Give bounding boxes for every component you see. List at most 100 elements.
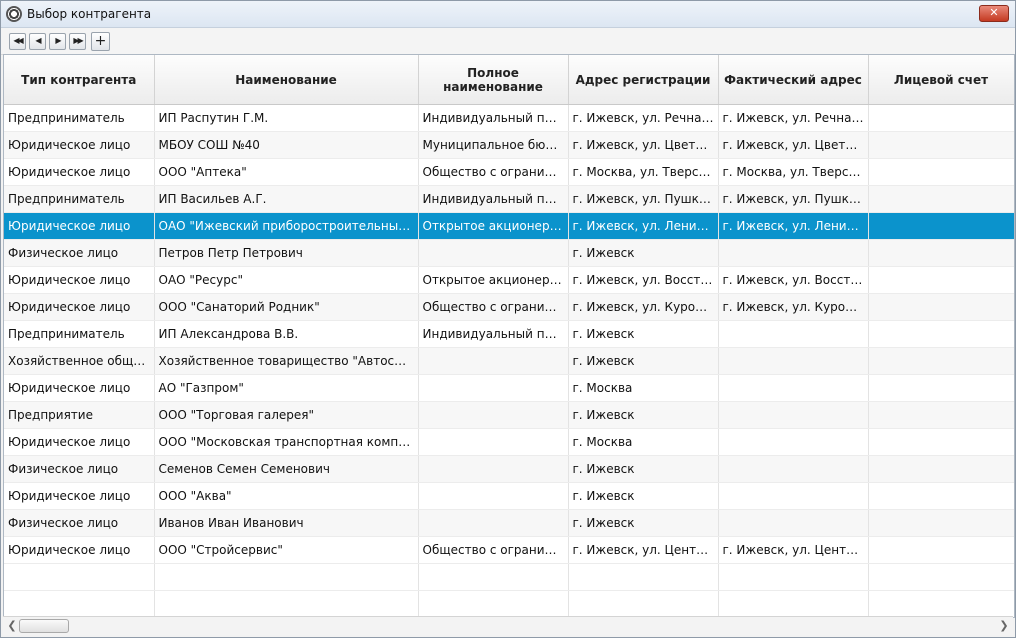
header-full-name[interactable]: Полное наименование bbox=[418, 55, 569, 105]
prev-record-button[interactable]: ◀ bbox=[29, 32, 46, 50]
cell-account bbox=[868, 185, 1014, 213]
title-bar: Выбор контрагента ✕ bbox=[1, 1, 1015, 28]
cell-account bbox=[868, 455, 1014, 483]
cell-type: Юридическое лицо bbox=[4, 428, 155, 456]
cell-account bbox=[868, 482, 1014, 510]
cell-full-name: Общество с ограниченн… bbox=[418, 158, 569, 186]
app-icon bbox=[6, 6, 22, 22]
cell-full-name bbox=[418, 347, 569, 375]
table-row[interactable]: Юридическое лицо ООО "Санаторий Родник" Об… bbox=[4, 293, 1014, 321]
first-record-button[interactable]: ◀◀ bbox=[9, 32, 26, 50]
horizontal-scrollbar[interactable]: ❮ ❯ bbox=[3, 616, 1013, 635]
cell-name: ОАО "Ижевский приборостроительный заво… bbox=[154, 212, 419, 240]
cell-type: Юридическое лицо bbox=[4, 374, 155, 402]
cell-type: Физическое лицо bbox=[4, 239, 155, 267]
cell-type: Хозяйственное общество… bbox=[4, 347, 155, 375]
cell-actual-address: г. Ижевск, ул. Цветочна… bbox=[718, 131, 869, 159]
empty-cell bbox=[718, 563, 869, 591]
scroll-left-icon[interactable]: ❮ bbox=[6, 619, 18, 633]
cell-account bbox=[868, 104, 1014, 132]
table-row[interactable]: Предприниматель ИП Распутин Г.М. Индивидуа… bbox=[4, 104, 1014, 132]
scroll-right-icon[interactable]: ❯ bbox=[998, 619, 1010, 633]
cell-full-name: Открытое акционерное … bbox=[418, 212, 569, 240]
empty-cell bbox=[154, 590, 419, 617]
empty-cell bbox=[4, 590, 155, 617]
cell-reg-address: г. Ижевск, ул. Цветочна… bbox=[568, 131, 719, 159]
scroll-thumb[interactable] bbox=[19, 619, 69, 633]
cell-type: Физическое лицо bbox=[4, 509, 155, 537]
table-row[interactable]: Юридическое лицо МБОУ СОШ №40 Муниципально… bbox=[4, 131, 1014, 159]
cell-account bbox=[868, 239, 1014, 267]
table-row[interactable]: Юридическое лицо ОАО "Ижевский приборостр… bbox=[4, 212, 1014, 240]
cell-actual-address bbox=[718, 320, 869, 348]
close-button[interactable]: ✕ bbox=[979, 5, 1009, 22]
cell-full-name bbox=[418, 509, 569, 537]
cell-account bbox=[868, 212, 1014, 240]
cell-full-name: Индивидуальный предп… bbox=[418, 185, 569, 213]
cell-actual-address: г. Ижевск, ул. Пушкинск… bbox=[718, 185, 869, 213]
cell-account bbox=[868, 428, 1014, 456]
header-account[interactable]: Лицевой счет bbox=[868, 55, 1014, 105]
table-row[interactable]: Предприятие ООО "Торговая галерея" г. Ижев… bbox=[4, 401, 1014, 429]
cell-full-name bbox=[418, 401, 569, 429]
table-row[interactable]: Физическое лицо Иванов Иван Иванович г. Иж… bbox=[4, 509, 1014, 537]
cell-full-name bbox=[418, 239, 569, 267]
cell-account bbox=[868, 536, 1014, 564]
cell-actual-address bbox=[718, 482, 869, 510]
cell-reg-address: г. Ижевск, ул. Централь… bbox=[568, 536, 719, 564]
cell-actual-address bbox=[718, 374, 869, 402]
cell-full-name bbox=[418, 482, 569, 510]
header-name[interactable]: Наименование bbox=[154, 55, 419, 105]
cell-reg-address: г. Ижевск bbox=[568, 455, 719, 483]
cell-reg-address: г. Ижевск, ул. Восстания… bbox=[568, 266, 719, 294]
cell-type: Юридическое лицо bbox=[4, 266, 155, 294]
table-row[interactable]: Юридическое лицо ООО "Аква" г. Ижевск bbox=[4, 482, 1014, 510]
cell-account bbox=[868, 347, 1014, 375]
cell-actual-address: г. Ижевск, ул. Ленина, 290 bbox=[718, 212, 869, 240]
cell-full-name: Открытое акционерное … bbox=[418, 266, 569, 294]
empty-cell bbox=[568, 590, 719, 617]
next-record-button[interactable]: ▶ bbox=[49, 32, 66, 50]
cell-reg-address: г. Москва, ул. Тверская, 5 bbox=[568, 158, 719, 186]
cell-account bbox=[868, 266, 1014, 294]
header-actual-address[interactable]: Фактический адрес bbox=[718, 55, 869, 105]
last-record-button[interactable]: ▶▶ bbox=[69, 32, 86, 50]
header-type[interactable]: Тип контрагента bbox=[4, 55, 155, 105]
cell-account bbox=[868, 374, 1014, 402]
cell-account bbox=[868, 320, 1014, 348]
table-row[interactable]: Физическое лицо Семенов Семен Семенович г.… bbox=[4, 455, 1014, 483]
cell-actual-address bbox=[718, 428, 869, 456]
cell-name: Хозяйственное товарищество "Автосервис" bbox=[154, 347, 419, 375]
empty-cell bbox=[568, 563, 719, 591]
cell-name: Петров Петр Петрович bbox=[154, 239, 419, 267]
cell-actual-address bbox=[718, 509, 869, 537]
cell-type: Юридическое лицо bbox=[4, 158, 155, 186]
window-title: Выбор контрагента bbox=[27, 7, 152, 21]
table-row[interactable]: Предприниматель ИП Александрова В.В. Индив… bbox=[4, 320, 1014, 348]
add-record-button[interactable]: + bbox=[91, 31, 110, 51]
table-row[interactable]: Юридическое лицо ООО "Московская транспор… bbox=[4, 428, 1014, 456]
cell-actual-address bbox=[718, 401, 869, 429]
header-reg-address[interactable]: Адрес регистрации bbox=[568, 55, 719, 105]
cell-full-name: Муниципальное бюдже… bbox=[418, 131, 569, 159]
cell-type: Юридическое лицо bbox=[4, 131, 155, 159]
cell-name: Семенов Семен Семенович bbox=[154, 455, 419, 483]
cell-reg-address: г. Ижевск, ул. Ленина, 290 bbox=[568, 212, 719, 240]
cell-actual-address: г. Ижевск, ул. Централь… bbox=[718, 536, 869, 564]
empty-cell bbox=[868, 590, 1014, 617]
table-row[interactable]: Юридическое лицо АО "Газпром" г. Москва bbox=[4, 374, 1014, 402]
cell-reg-address: г. Ижевск bbox=[568, 401, 719, 429]
table-row[interactable]: Физическое лицо Петров Петр Петрович г. Иж… bbox=[4, 239, 1014, 267]
cell-reg-address: г. Москва bbox=[568, 428, 719, 456]
table-row[interactable]: Предприниматель ИП Васильев А.Г. Индивидуа… bbox=[4, 185, 1014, 213]
cell-reg-address: г. Ижевск bbox=[568, 482, 719, 510]
cell-name: ИП Александрова В.В. bbox=[154, 320, 419, 348]
cell-reg-address: г. Ижевск bbox=[568, 320, 719, 348]
table-row[interactable]: Хозяйственное общество…Хозяйственное тов… bbox=[4, 347, 1014, 375]
cell-account bbox=[868, 401, 1014, 429]
table-row[interactable]: Юридическое лицо ООО "Стройсервис" Обществ… bbox=[4, 536, 1014, 564]
cell-actual-address bbox=[718, 347, 869, 375]
empty-row bbox=[4, 590, 1014, 617]
table-row[interactable]: Юридическое лицо ООО "Аптека" Общество с о… bbox=[4, 158, 1014, 186]
table-row[interactable]: Юридическое лицо ОАО "Ресурс" Открытое акц… bbox=[4, 266, 1014, 294]
